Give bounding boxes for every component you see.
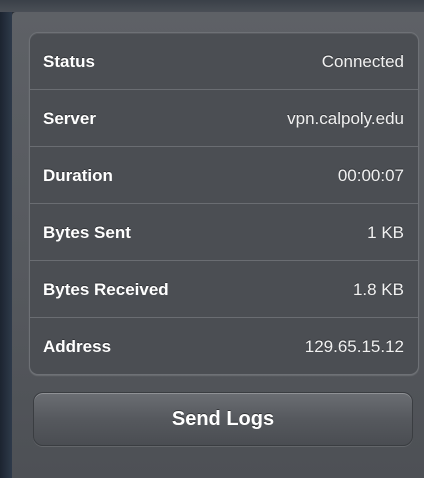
send-logs-label: Send Logs <box>171 408 275 430</box>
table-row-status: Status Connected <box>30 33 418 90</box>
table-row-duration: Duration 00:00:07 <box>30 147 418 204</box>
address-value: 129.65.15.12 <box>304 337 404 356</box>
vpn-info-table: Status Connected Server vpn.calpoly.edu … <box>29 32 419 375</box>
server-label: Server <box>43 109 96 128</box>
duration-value: 00:00:07 <box>337 166 404 185</box>
table-row-bytes-received: Bytes Received 1.8 KB <box>30 261 418 318</box>
status-label: Status <box>43 52 95 71</box>
window-edge-left <box>0 0 12 478</box>
bytes-received-value: 1.8 KB <box>352 280 404 299</box>
bytes-sent-value: 1 KB <box>367 223 404 242</box>
table-row-server: Server vpn.calpoly.edu <box>30 90 418 147</box>
bytes-sent-label: Bytes Sent <box>43 223 131 242</box>
address-label: Address <box>43 337 112 356</box>
server-value: vpn.calpoly.edu <box>287 109 404 128</box>
table-row-address: Address 129.65.15.12 <box>30 318 418 374</box>
send-logs-button[interactable]: Send Logs <box>33 392 413 446</box>
bytes-received-label: Bytes Received <box>43 280 169 299</box>
status-value: Connected <box>321 52 404 71</box>
table-row-bytes-sent: Bytes Sent 1 KB <box>30 204 418 261</box>
window-edge-top <box>0 0 424 12</box>
duration-label: Duration <box>43 166 113 185</box>
